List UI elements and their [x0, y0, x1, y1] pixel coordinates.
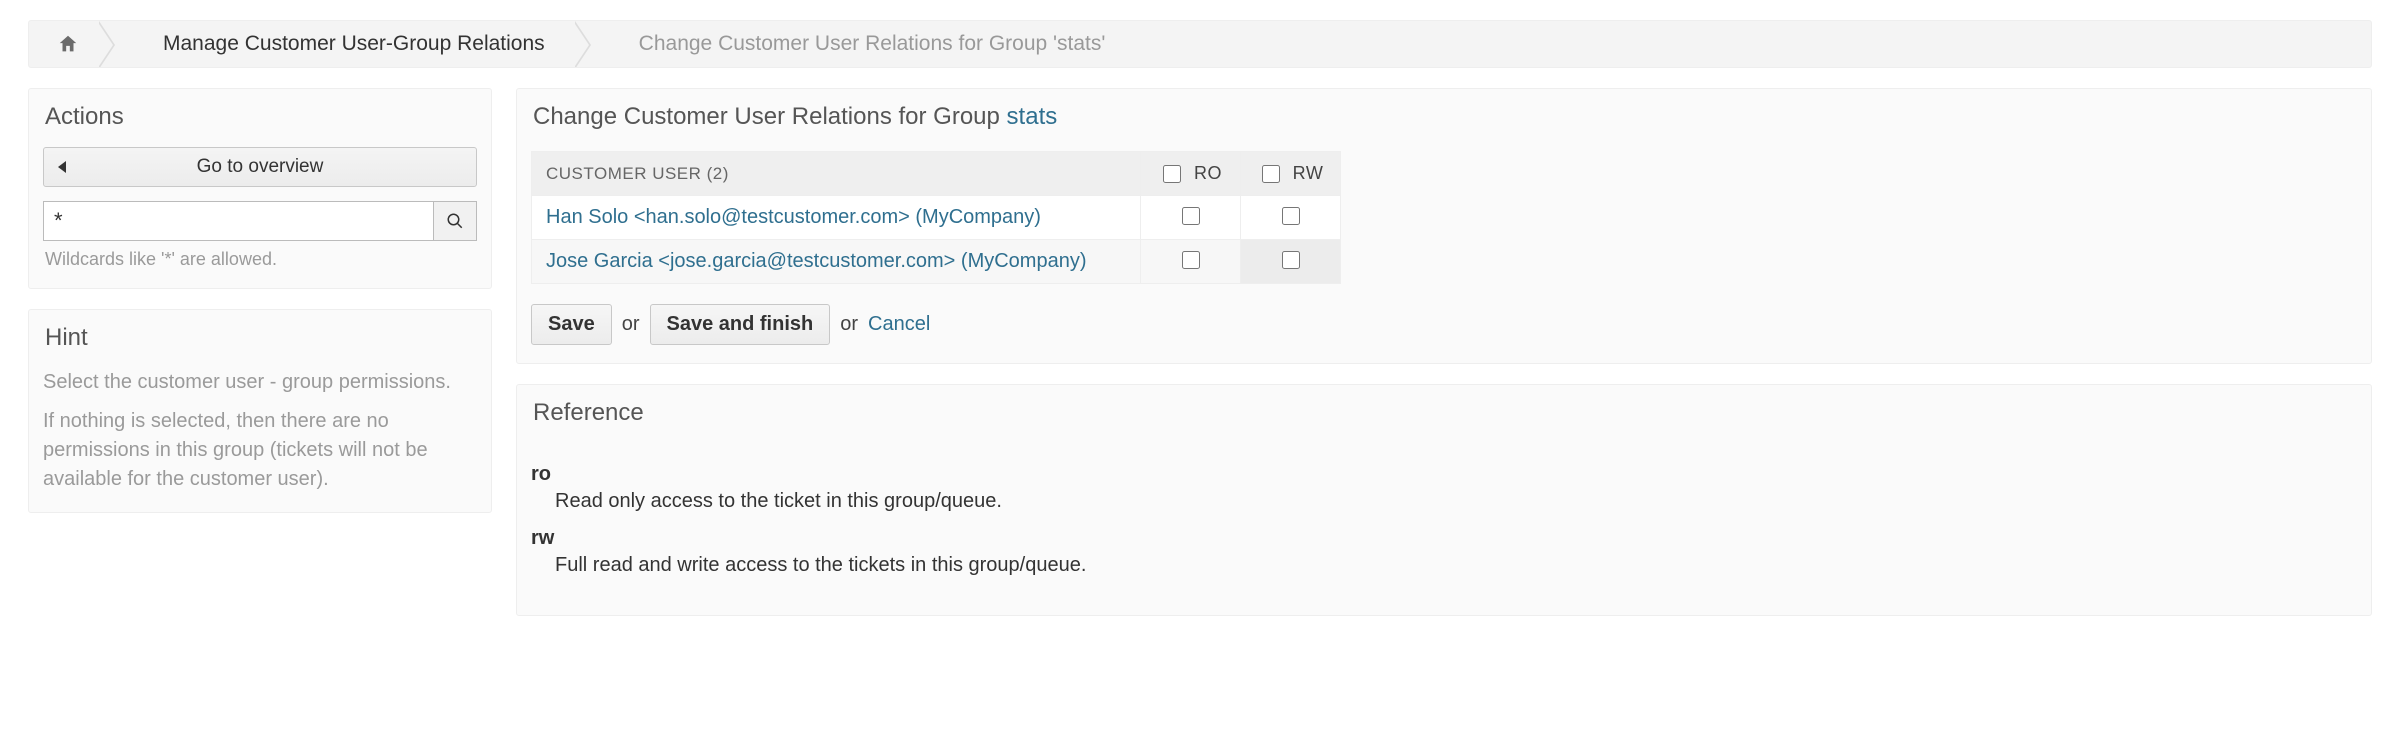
breadcrumb-separator-icon — [97, 21, 121, 67]
rw-checkbox[interactable] — [1282, 207, 1300, 225]
customer-user-link[interactable]: Jose Garcia <jose.garcia@testcustomer.co… — [532, 240, 1141, 284]
ro-checkbox[interactable] — [1182, 207, 1200, 225]
cancel-link[interactable]: Cancel — [868, 313, 930, 336]
table-row: Jose Garcia <jose.garcia@testcustomer.co… — [532, 240, 1341, 284]
breadcrumb-level1[interactable]: Manage Customer User-Group Relations — [121, 21, 573, 67]
group-link[interactable]: stats — [1007, 103, 1058, 130]
ro-checkbox[interactable] — [1182, 251, 1200, 269]
or-text: or — [840, 313, 858, 336]
breadcrumb-separator-icon — [573, 21, 597, 67]
home-icon — [57, 33, 79, 55]
save-button[interactable]: Save — [531, 304, 612, 345]
reference-panel: Reference ro Read only access to the tic… — [516, 384, 2372, 616]
rw-checkbox[interactable] — [1282, 251, 1300, 269]
table-row: Han Solo <han.solo@testcustomer.com> (My… — [532, 196, 1341, 240]
hint-line2: If nothing is selected, then there are n… — [43, 407, 477, 494]
caret-left-icon — [58, 161, 66, 173]
actions-title: Actions — [29, 89, 491, 139]
or-text: or — [622, 313, 640, 336]
reference-desc: Full read and write access to the ticket… — [555, 554, 2357, 577]
col-ro: RO — [1141, 152, 1241, 196]
customer-user-link[interactable]: Han Solo <han.solo@testcustomer.com> (My… — [532, 196, 1141, 240]
hint-panel: Hint Select the customer user - group pe… — [28, 309, 492, 513]
reference-term: rw — [531, 527, 2357, 550]
select-all-ro-checkbox[interactable] — [1163, 165, 1181, 183]
breadcrumb: Manage Customer User-Group Relations Cha… — [28, 20, 2372, 68]
save-and-finish-button[interactable]: Save and finish — [650, 304, 831, 345]
button-row: Save or Save and finish or Cancel — [531, 304, 2357, 345]
search-hint: Wildcards like '*' are allowed. — [45, 249, 475, 270]
relations-title: Change Customer User Relations for Group… — [517, 89, 2371, 139]
reference-term: ro — [531, 463, 2357, 486]
customer-search-button[interactable] — [433, 201, 477, 241]
col-customer-user: CUSTOMER USER (2) — [532, 152, 1141, 196]
permissions-table: CUSTOMER USER (2) RO — [531, 151, 1341, 284]
reference-title: Reference — [517, 385, 2371, 435]
go-to-overview-label: Go to overview — [197, 156, 324, 178]
hint-line1: Select the customer user - group permiss… — [43, 368, 477, 397]
breadcrumb-level2: Change Customer User Relations for Group… — [597, 21, 1134, 67]
hint-title: Hint — [29, 310, 491, 360]
col-rw: RW — [1241, 152, 1341, 196]
search-icon — [446, 212, 464, 230]
reference-desc: Read only access to the ticket in this g… — [555, 490, 2357, 513]
go-to-overview-button[interactable]: Go to overview — [43, 147, 477, 187]
select-all-rw-checkbox[interactable] — [1262, 165, 1280, 183]
customer-search-input[interactable] — [43, 201, 433, 241]
relations-panel: Change Customer User Relations for Group… — [516, 88, 2372, 364]
breadcrumb-home[interactable] — [29, 21, 97, 67]
actions-panel: Actions Go to overview Wildcards like '*… — [28, 88, 492, 289]
